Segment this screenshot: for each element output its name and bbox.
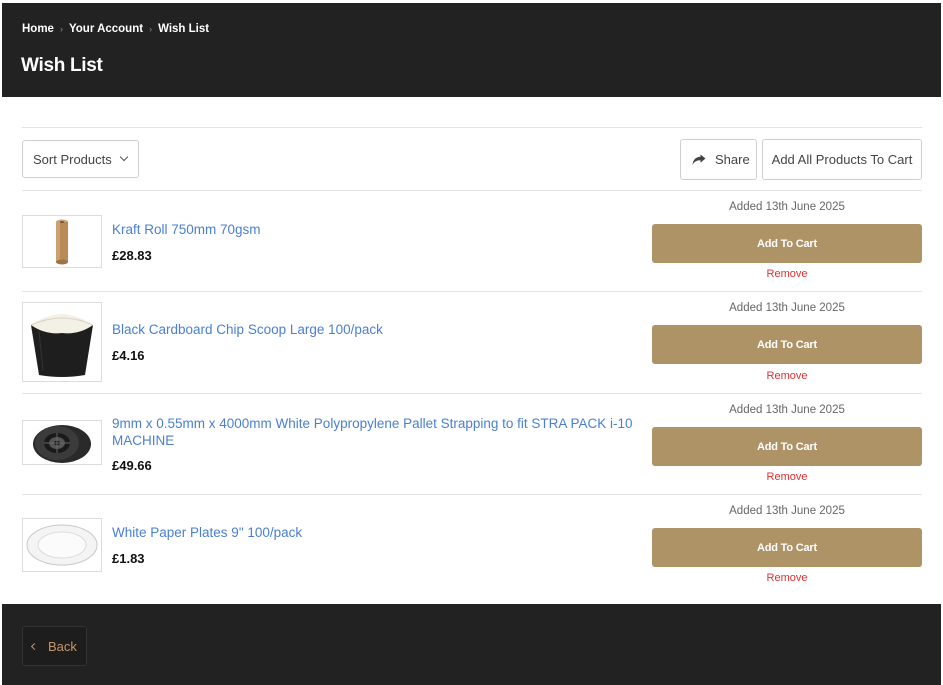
kraft-roll-image — [56, 219, 68, 264]
strapping-coil-image — [33, 424, 91, 463]
breadcrumb-separator-icon: › — [59, 24, 63, 34]
breadcrumb: Home › Your Account › Wish List — [22, 23, 209, 35]
date-added: Added 13th June 2025 — [729, 404, 845, 416]
wishlist-item: Black Cardboard Chip Scoop Large 100/pac… — [22, 291, 922, 393]
product-price: £28.83 — [112, 248, 152, 263]
remove-link[interactable]: Remove — [652, 370, 922, 382]
share-label: Share — [715, 152, 750, 167]
page-frame: Home › Your Account › Wish List Wish Lis… — [2, 3, 941, 685]
remove-link[interactable]: Remove — [652, 572, 922, 584]
remove-link[interactable]: Remove — [652, 471, 922, 483]
date-added: Added 13th June 2025 — [729, 201, 845, 213]
breadcrumb-current: Wish List — [158, 23, 210, 35]
date-added: Added 13th June 2025 — [729, 302, 845, 314]
sort-products-label: Sort Products — [33, 151, 112, 167]
page-header: Home › Your Account › Wish List Wish Lis… — [2, 3, 941, 97]
product-image-kraft-roll[interactable] — [22, 215, 102, 268]
wishlist-toolbar: Sort Products Share Add All Products To … — [22, 128, 922, 190]
add-to-cart-button[interactable]: Add To Cart — [652, 325, 922, 364]
product-image-strapping-coil[interactable] — [22, 420, 102, 465]
remove-link[interactable]: Remove — [652, 268, 922, 280]
share-button[interactable]: Share — [680, 139, 757, 180]
add-all-to-cart-button[interactable]: Add All Products To Cart — [762, 139, 922, 180]
page-footer: Back — [2, 604, 941, 685]
back-button[interactable]: Back — [22, 626, 87, 666]
breadcrumb-home-link[interactable]: Home — [22, 23, 54, 35]
product-image-paper-plate[interactable] — [22, 518, 102, 572]
breadcrumb-account-link[interactable]: Your Account — [69, 23, 143, 35]
product-image-chip-scoop[interactable] — [22, 302, 102, 382]
product-name-link[interactable]: 9mm x 0.55mm x 4000mm White Polypropylen… — [112, 415, 647, 449]
chevron-down-icon — [119, 152, 129, 162]
product-name-link[interactable]: Kraft Roll 750mm 70gsm — [112, 221, 647, 238]
product-price: £49.66 — [112, 458, 152, 473]
wishlist-item: 9mm x 0.55mm x 4000mm White Polypropylen… — [22, 393, 922, 494]
date-added: Added 13th June 2025 — [729, 505, 845, 517]
add-to-cart-button[interactable]: Add To Cart — [652, 528, 922, 567]
wishlist-item: Kraft Roll 750mm 70gsm £28.83 Added 13th… — [22, 190, 922, 291]
wishlist-item: White Paper Plates 9" 100/pack £1.83 Add… — [22, 494, 922, 595]
product-price: £1.83 — [112, 551, 145, 566]
page-title: Wish List — [21, 55, 103, 76]
chevron-left-icon — [30, 642, 39, 650]
breadcrumb-separator-icon: › — [149, 24, 153, 34]
product-name-link[interactable]: Black Cardboard Chip Scoop Large 100/pac… — [112, 321, 647, 338]
wishlist-content: Sort Products Share Add All Products To … — [22, 127, 922, 595]
sort-products-dropdown[interactable]: Sort Products — [22, 140, 139, 178]
add-all-label: Add All Products To Cart — [771, 152, 913, 167]
paper-plate-image — [26, 524, 98, 566]
product-price: £4.16 — [112, 348, 145, 363]
add-to-cart-button[interactable]: Add To Cart — [652, 224, 922, 263]
chip-scoop-image — [30, 314, 94, 377]
share-icon — [692, 154, 706, 165]
back-label: Back — [48, 638, 77, 654]
add-to-cart-button[interactable]: Add To Cart — [652, 427, 922, 466]
product-name-link[interactable]: White Paper Plates 9" 100/pack — [112, 524, 647, 541]
